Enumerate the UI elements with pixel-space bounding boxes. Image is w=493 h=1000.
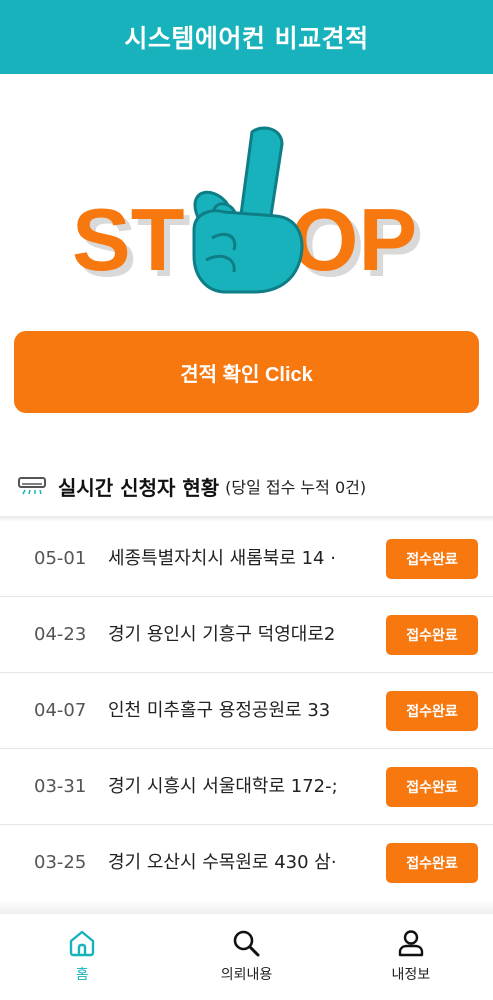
- air-conditioner-icon: [18, 477, 46, 495]
- user-icon: [398, 930, 424, 957]
- nav-requests-label: 의뢰내용: [220, 967, 273, 983]
- status-badge: 접수완료: [386, 615, 478, 655]
- stop-logo: ST ST OP OP: [72, 126, 423, 295]
- list-item-date: 04-07: [34, 700, 87, 721]
- app-bar: 시스템에어컨 비교견적: [0, 0, 493, 74]
- home-icon: [69, 930, 95, 957]
- status-badge: 접수완료: [386, 691, 478, 731]
- nav-profile[interactable]: 내정보: [329, 914, 493, 1000]
- nav-requests[interactable]: 의뢰내용: [164, 914, 328, 1000]
- list-item-address: 경기 시흥시 서울대학로 172-;: [108, 776, 338, 797]
- nav-home[interactable]: 홈: [0, 914, 164, 1000]
- list-item[interactable]: 05-01 세종특별자치시 새롬북로 14 · 접수완료: [0, 521, 493, 597]
- nav-profile-label: 내정보: [391, 967, 431, 983]
- logo-text-right: OP: [290, 190, 417, 289]
- request-list: 05-01 세종특별자치시 새롬북로 14 · 접수완료 04-23 경기 용인…: [0, 521, 493, 901]
- status-badge: 접수완료: [386, 767, 478, 807]
- bottom-nav: 홈 의뢰내용 내정보: [0, 914, 493, 1000]
- list-item-address: 세종특별자치시 새롬북로 14 ·: [108, 548, 336, 569]
- section-subtitle: (당일 접수 누적 0건): [225, 478, 367, 497]
- list-item-address: 인천 미추홀구 용정공원로 33: [108, 700, 331, 721]
- app-title: 시스템에어컨 비교견적: [124, 24, 369, 53]
- list-item-date: 03-31: [34, 776, 87, 797]
- list-item[interactable]: 04-07 인천 미추홀구 용정공원로 33 접수완료: [0, 673, 493, 749]
- list-item-date: 04-23: [34, 624, 87, 645]
- list-item-date: 05-01: [34, 548, 87, 569]
- search-icon: [234, 930, 260, 957]
- list-item[interactable]: 03-25 경기 오산시 수목원로 430 삼· 접수완료: [0, 825, 493, 901]
- list-item-date: 03-25: [34, 852, 87, 873]
- status-badge: 접수완료: [386, 539, 478, 579]
- status-badge: 접수완료: [386, 843, 478, 883]
- logo-text-left: ST: [72, 190, 184, 289]
- list-item[interactable]: 03-31 경기 시흥시 서울대학로 172-; 접수완료: [0, 749, 493, 825]
- nav-home-label: 홈: [75, 967, 89, 983]
- quote-check-button[interactable]: 견적 확인 Click: [14, 331, 479, 413]
- list-item[interactable]: 04-23 경기 용인시 기흥구 덕영대로2 접수완료: [0, 597, 493, 673]
- section-header: 실시간 신청자 현황 (당일 접수 누적 0건): [18, 468, 366, 504]
- bottom-nav-shadow: [0, 900, 493, 914]
- list-item-address: 경기 용인시 기흥구 덕영대로2: [108, 624, 336, 645]
- pointing-hand-icon: [192, 126, 304, 294]
- section-title: 실시간 신청자 현황: [58, 475, 220, 500]
- list-item-address: 경기 오산시 수목원로 430 삼·: [108, 852, 337, 873]
